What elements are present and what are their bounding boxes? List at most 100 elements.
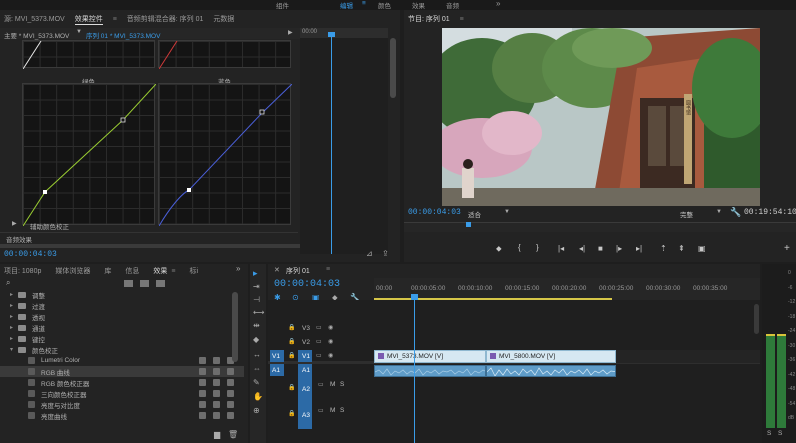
menu-overflow-icon[interactable]: » bbox=[496, 0, 500, 8]
chevron-down-icon[interactable]: ▾ bbox=[10, 346, 18, 353]
camera-icon[interactable]: ▣ bbox=[698, 244, 706, 253]
menu-item-audio[interactable]: 音频 bbox=[446, 0, 459, 10]
menu-item-effects[interactable]: 效果 bbox=[412, 0, 425, 10]
curve-red-top[interactable] bbox=[158, 40, 291, 69]
program-ruler[interactable] bbox=[404, 222, 796, 232]
effects-folder[interactable]: ▸ 过渡 bbox=[0, 300, 244, 311]
track-a1-header[interactable]: A1 A1 bbox=[268, 364, 374, 407]
solo-button[interactable]: S bbox=[340, 407, 344, 414]
tab-markers[interactable]: 标i bbox=[189, 266, 198, 276]
effect-item[interactable]: RGB 曲线 bbox=[0, 366, 244, 377]
zoom-icon[interactable]: ⊕ bbox=[253, 406, 260, 415]
stop-icon[interactable]: ■ bbox=[598, 244, 603, 253]
export-icon[interactable]: ⇪ bbox=[382, 249, 389, 258]
track-select-icon[interactable]: ⇥ bbox=[253, 282, 260, 291]
master-clip-label[interactable]: 主要 * MVI_5373.MOV bbox=[4, 30, 69, 40]
mark-out-icon[interactable]: } bbox=[536, 243, 539, 252]
track-a3-header[interactable]: 🔒 A3 ▭ M S bbox=[268, 404, 374, 429]
chevron-right-icon[interactable]: ▸ bbox=[10, 335, 18, 342]
timeline-playhead-handle[interactable] bbox=[411, 294, 418, 300]
ec-scrollbar[interactable] bbox=[390, 38, 396, 98]
timeline-playhead[interactable] bbox=[414, 294, 415, 443]
source-timecode[interactable]: 00:00:04:03 bbox=[4, 250, 57, 259]
program-menu-icon[interactable]: ≡ bbox=[460, 16, 464, 23]
track-a2-header[interactable]: 🔒 A2 ▭ M S bbox=[268, 378, 374, 403]
lock-icon[interactable]: 🔒 bbox=[288, 352, 295, 359]
go-to-in-icon[interactable]: |◂ bbox=[558, 244, 564, 253]
program-playhead[interactable] bbox=[466, 222, 471, 227]
h-scrollbar[interactable] bbox=[0, 244, 300, 248]
project-overflow-icon[interactable]: » bbox=[236, 264, 240, 273]
sequence-clip-label[interactable]: 序列 01 * MVI_5373.MOV bbox=[86, 30, 160, 40]
track-v1-header[interactable]: V1 🔒 V1 ▭ ◉ bbox=[268, 350, 374, 363]
close-icon[interactable]: ✕ bbox=[274, 266, 280, 274]
ec-playhead-handle[interactable] bbox=[328, 32, 335, 37]
tab-library[interactable]: 库 bbox=[104, 266, 111, 276]
hand-icon[interactable]: ✋ bbox=[253, 392, 263, 401]
effects-menu-icon[interactable]: ≡ bbox=[171, 268, 175, 275]
chevron-right-icon[interactable]: ▸ bbox=[10, 302, 18, 309]
chevron-down-icon[interactable]: ▼ bbox=[76, 29, 82, 35]
lock-icon[interactable]: 🔒 bbox=[288, 410, 295, 417]
effects-folder[interactable]: ▸ 透视 bbox=[0, 311, 244, 322]
tab-project[interactable]: 项目: 1080p bbox=[4, 266, 41, 276]
effect-item[interactable]: RGB 颜色校正器 bbox=[0, 377, 244, 388]
expand-triangle-icon[interactable]: ▶ bbox=[12, 220, 17, 227]
ec-playhead[interactable] bbox=[331, 32, 332, 254]
add-marker-icon[interactable]: ⬥ bbox=[496, 244, 502, 254]
eye-icon[interactable]: ◉ bbox=[328, 324, 333, 331]
track-v3-header[interactable]: 🔒 V3 ▭ ◉ bbox=[268, 322, 374, 335]
add-button-icon[interactable]: + bbox=[784, 243, 790, 254]
chevron-right-icon[interactable]: ▸ bbox=[10, 313, 18, 320]
trash-icon[interactable]: 🗑 bbox=[228, 430, 238, 439]
extract-icon[interactable]: ⇞ bbox=[678, 244, 685, 253]
32bit-filter-icon[interactable] bbox=[140, 280, 149, 287]
mute-button[interactable]: M bbox=[330, 381, 335, 388]
quality-chevron-icon[interactable]: ▼ bbox=[716, 209, 722, 215]
slide-icon[interactable]: ⇔ bbox=[253, 364, 261, 373]
tab-media-browser[interactable]: 媒体浏览器 bbox=[55, 266, 90, 276]
timeline-ruler[interactable]: 00:00 00:00:05:00 00:00:10:00 00:00:15:00 00… bbox=[374, 278, 760, 300]
menu-item-components[interactable]: 组件 bbox=[276, 0, 289, 10]
curve-green[interactable] bbox=[22, 83, 156, 226]
effects-folder[interactable]: ▾ 颜色校正 bbox=[0, 344, 244, 355]
sync-lock-icon[interactable]: ▭ bbox=[316, 324, 322, 331]
tab-effects[interactable]: 效果 bbox=[153, 266, 167, 276]
meter-solo-left[interactable]: S bbox=[767, 430, 771, 437]
sync-lock-icon[interactable]: ▭ bbox=[318, 407, 324, 414]
menu-item-color[interactable]: 颜色 bbox=[378, 0, 391, 10]
sequence-menu-icon[interactable]: ≡ bbox=[326, 266, 330, 273]
fit-dropdown[interactable]: 适合 bbox=[468, 209, 481, 219]
slip-icon[interactable]: ↔ bbox=[253, 350, 261, 359]
menu-item-edit[interactable]: 编辑 bbox=[340, 0, 353, 10]
effects-scrollbar[interactable] bbox=[232, 292, 238, 362]
curve-master-top[interactable] bbox=[22, 40, 155, 69]
razor-icon[interactable]: ◆ bbox=[253, 335, 259, 344]
quality-dropdown[interactable]: 完整 bbox=[680, 209, 693, 219]
sync-lock-icon[interactable]: ▭ bbox=[318, 381, 324, 388]
program-timecode[interactable]: 00:00:04:03 bbox=[408, 208, 461, 217]
go-to-out-icon[interactable]: ▸| bbox=[636, 244, 642, 253]
search-icon[interactable]: ⌕ bbox=[6, 278, 10, 288]
effect-item[interactable]: Lumetri Color bbox=[0, 355, 244, 366]
lock-icon[interactable]: 🔒 bbox=[288, 338, 295, 345]
sync-lock-icon[interactable]: ▭ bbox=[316, 338, 322, 345]
yuv-filter-icon[interactable] bbox=[156, 280, 165, 287]
ec-mini-timeline[interactable]: 00:00 bbox=[300, 28, 388, 254]
pen-icon[interactable]: ✎ bbox=[253, 378, 260, 387]
clip-mvi-5800-audio[interactable] bbox=[486, 365, 616, 377]
video-frame[interactable]: 圆书馆 bbox=[442, 28, 760, 206]
effects-folder[interactable]: ▸ 键控 bbox=[0, 333, 244, 344]
effect-item[interactable]: 三向颜色校正器 bbox=[0, 388, 244, 399]
lock-icon[interactable]: 🔒 bbox=[288, 324, 295, 331]
clip-mvi-5373-video[interactable]: MVI_5373.MOV [V] bbox=[374, 350, 486, 363]
meter-solo-right[interactable]: S bbox=[778, 430, 782, 437]
effects-folder[interactable]: ▸ 通道 bbox=[0, 322, 244, 333]
chevron-right-icon[interactable]: ▸ bbox=[10, 291, 18, 298]
ripple-edit-icon[interactable]: ⊣ bbox=[253, 295, 260, 304]
effect-item[interactable]: 亮度与对比度 bbox=[0, 399, 244, 410]
mute-button[interactable]: M bbox=[330, 407, 335, 414]
rolling-edit-icon[interactable]: ⟷ bbox=[253, 308, 264, 317]
step-forward-icon[interactable]: |▸ bbox=[616, 244, 622, 253]
wrench-icon[interactable]: 🔧 bbox=[730, 207, 741, 218]
